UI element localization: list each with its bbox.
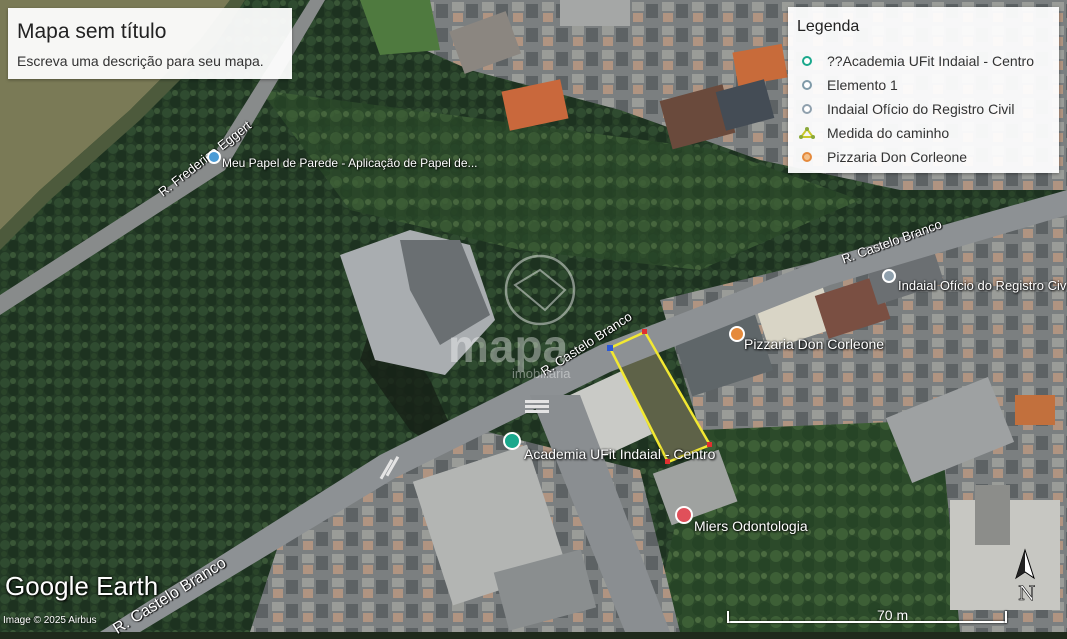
miers-label[interactable]: Miers Odontologia bbox=[694, 518, 808, 534]
scale-tick bbox=[1005, 611, 1007, 623]
registro-civil-label[interactable]: Indaial Ofício do Registro Civ bbox=[898, 278, 1066, 293]
legend-item-label: Elemento 1 bbox=[827, 77, 898, 93]
building bbox=[1015, 395, 1055, 425]
legend-item-label: Pizzaria Don Corleone bbox=[827, 149, 968, 165]
gray-pin-icon bbox=[802, 104, 812, 114]
legend-item-label: ??Academia UFit Indaial - Centro bbox=[827, 53, 1034, 69]
map-title[interactable]: Mapa sem título bbox=[17, 20, 166, 44]
legend-item[interactable]: Indaial Ofício do Registro Civil bbox=[802, 99, 1015, 119]
legend-item-label: Indaial Ofício do Registro Civil bbox=[827, 101, 1015, 117]
building bbox=[560, 0, 630, 26]
gray-pin-icon bbox=[802, 80, 812, 90]
scale-bar: 70 m bbox=[727, 607, 1007, 627]
legend-item[interactable]: Medida do caminho bbox=[799, 123, 950, 143]
map-description[interactable]: Escreva uma descrição para seu mapa. bbox=[17, 53, 264, 69]
legend-item[interactable]: ??Academia UFit Indaial - Centro bbox=[802, 51, 1034, 71]
pizzaria-pin-icon[interactable] bbox=[729, 326, 745, 342]
path-measure-icon bbox=[799, 127, 815, 139]
north-arrow-icon[interactable]: N bbox=[1012, 548, 1038, 604]
legend-heading: Legenda bbox=[797, 18, 860, 35]
academia-label[interactable]: Academia UFit Indaial - Centro bbox=[524, 446, 715, 462]
miers-pin-icon[interactable] bbox=[675, 506, 693, 524]
imagery-copyright: Image © 2025 Airbus bbox=[3, 615, 97, 626]
papel-de-parede-label[interactable]: Meu Papel de Parede - Aplicação de Papel… bbox=[222, 156, 478, 170]
legend-item[interactable]: Pizzaria Don Corleone bbox=[802, 147, 967, 167]
academia-pin-icon[interactable] bbox=[503, 432, 521, 450]
papel-de-parede-pin-icon[interactable] bbox=[207, 150, 221, 164]
scale-bar-line bbox=[727, 621, 1007, 623]
building bbox=[975, 485, 1010, 545]
pizzaria-label[interactable]: Pizzaria Don Corleone bbox=[744, 336, 884, 352]
green-pin-icon bbox=[802, 56, 812, 66]
orange-pin-icon bbox=[802, 152, 812, 162]
scale-tick bbox=[727, 611, 729, 623]
scale-label: 70 m bbox=[877, 607, 909, 623]
map-title-panel[interactable]: Mapa sem título Escreva uma descrição pa… bbox=[8, 8, 292, 79]
legend-panel: Legenda ??Academia UFit Indaial - Centro… bbox=[788, 7, 1059, 173]
registro-civil-pin-icon[interactable] bbox=[882, 269, 896, 283]
north-label: N bbox=[1018, 581, 1036, 604]
google-earth-logo: Google Earth bbox=[5, 571, 159, 601]
legend-item-label: Medida do caminho bbox=[827, 125, 950, 141]
legend-item[interactable]: Elemento 1 bbox=[802, 75, 898, 95]
